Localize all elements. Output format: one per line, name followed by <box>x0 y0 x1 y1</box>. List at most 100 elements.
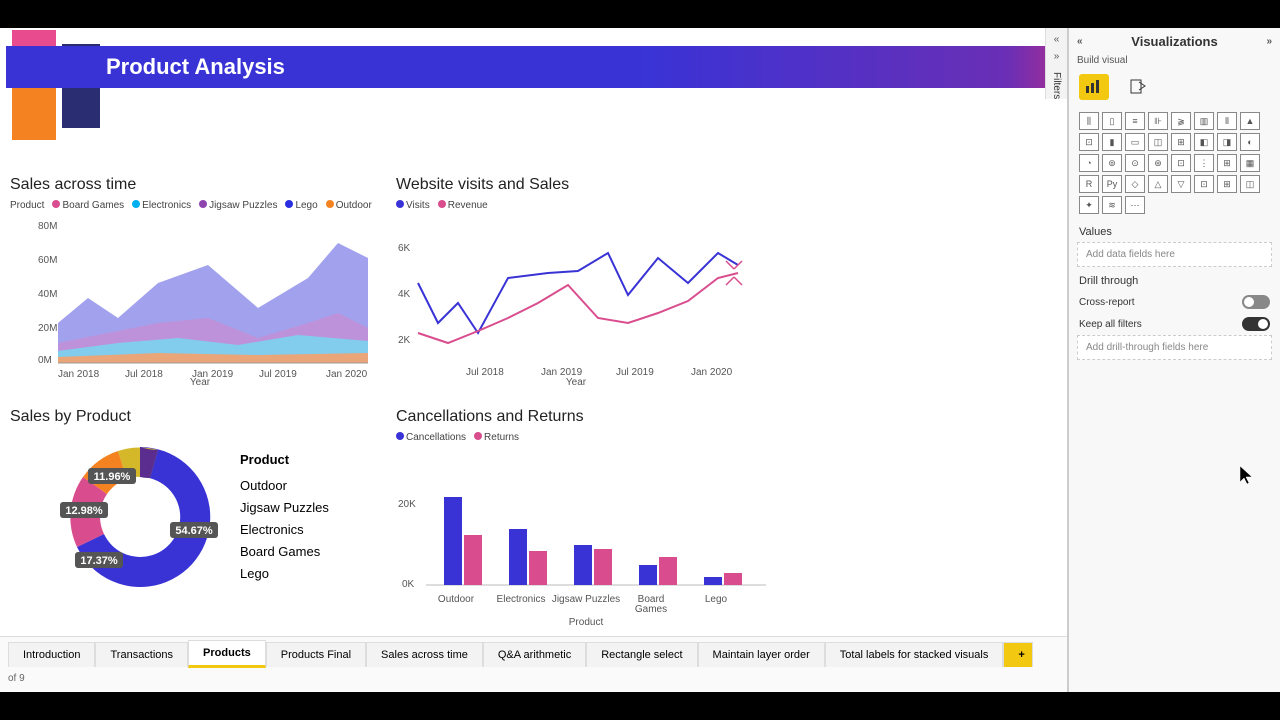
visual-type-icon[interactable]: R <box>1079 175 1099 193</box>
page-tab[interactable]: Sales across time <box>366 642 483 667</box>
visual-type-icon[interactable]: ⊛ <box>1148 154 1168 172</box>
report-canvas[interactable]: Product Analysis Sales across time Produ… <box>0 28 1068 692</box>
svg-text:2K: 2K <box>398 335 411 346</box>
page-tab[interactable]: Products <box>188 640 266 668</box>
svg-text:Outdoor: Outdoor <box>438 594 475 605</box>
visual-type-gallery: ⫼▯≡⊪⫺▥⫴▲⊡▮▭◫⊞◧◨◐◔⊚⊙⊛⊡⋮⊞▦RPy◇△▽⊡⊞◫✦≋⋯ <box>1069 108 1280 218</box>
visual-type-icon[interactable]: ⊡ <box>1079 133 1099 151</box>
panel-title: Visualizations <box>1131 34 1217 49</box>
drillthrough-field-well[interactable]: Add drill-through fields here <box>1077 335 1272 360</box>
visual-type-icon[interactable]: ▽ <box>1171 175 1191 193</box>
chart-legend: Product Board Games Electronics Jigsaw P… <box>10 200 380 211</box>
visual-type-icon[interactable]: ◧ <box>1194 133 1214 151</box>
visual-type-icon[interactable]: ⊞ <box>1217 154 1237 172</box>
svg-text:4K: 4K <box>398 289 411 300</box>
cross-report-toggle[interactable] <box>1242 295 1270 309</box>
svg-text:Electronics: Electronics <box>497 594 546 605</box>
keep-filters-label: Keep all filters <box>1079 319 1142 330</box>
visual-type-icon[interactable]: ⊞ <box>1171 133 1191 151</box>
collapse-filters-icon[interactable]: « <box>1054 34 1060 45</box>
sales-by-product-visual[interactable]: Sales by Product 54.67% 17.37% 12.98% 11… <box>10 408 380 602</box>
chart-legend: Cancellations Returns <box>396 432 776 443</box>
visual-type-icon[interactable]: ⊚ <box>1102 154 1122 172</box>
svg-text:0K: 0K <box>402 579 415 590</box>
keep-filters-toggle[interactable] <box>1242 317 1270 331</box>
svg-text:40M: 40M <box>38 289 57 300</box>
svg-text:Jan 2018: Jan 2018 <box>58 369 100 380</box>
svg-text:80M: 80M <box>38 221 57 232</box>
visualizations-panel: « Visualizations » Build visual ⫼▯≡⊪⫺▥⫴▲… <box>1068 28 1280 692</box>
svg-text:Jigsaw Puzzles: Jigsaw Puzzles <box>552 594 620 605</box>
page-tab[interactable]: Rectangle select <box>586 642 697 667</box>
visual-type-icon[interactable]: ▯ <box>1102 112 1122 130</box>
svg-text:20M: 20M <box>38 323 57 334</box>
page-tab[interactable]: Maintain layer order <box>698 642 825 667</box>
visual-type-icon[interactable]: ◫ <box>1240 175 1260 193</box>
website-visits-visual[interactable]: Website visits and Sales Visits Revenue … <box>396 176 766 390</box>
visual-type-icon[interactable]: ⫼ <box>1079 112 1099 130</box>
svg-text:Lego: Lego <box>705 594 728 605</box>
cancellations-visual[interactable]: Cancellations and Returns Cancellations … <box>396 408 776 632</box>
visual-type-icon[interactable]: ⊡ <box>1171 154 1191 172</box>
svg-text:BoardGames: BoardGames <box>635 594 667 615</box>
area-chart: 80M 60M 40M 20M 0M Jan 2018 Jul 2018 Jan… <box>10 215 370 385</box>
visual-type-icon[interactable]: ≡ <box>1125 112 1145 130</box>
filters-label[interactable]: Filters <box>1051 72 1062 99</box>
visual-type-icon[interactable]: ⊪ <box>1148 112 1168 130</box>
svg-text:11.96%: 11.96% <box>94 471 131 483</box>
legend-title: Product <box>240 449 329 471</box>
svg-text:60M: 60M <box>38 255 57 266</box>
visual-type-icon[interactable]: ▭ <box>1125 133 1145 151</box>
visual-type-icon[interactable]: ⋯ <box>1125 196 1145 214</box>
visual-type-icon[interactable]: ⫴ <box>1217 112 1237 130</box>
chart-legend: Visits Revenue <box>396 200 766 211</box>
add-page-button[interactable]: + <box>1003 642 1033 667</box>
expand-filters-icon[interactable]: » <box>1054 51 1060 62</box>
values-heading: Values <box>1069 218 1280 242</box>
values-field-well[interactable]: Add data fields here <box>1077 242 1272 267</box>
page-tabs: IntroductionTransactionsProductsProducts… <box>0 636 1067 692</box>
visual-type-icon[interactable]: ⊡ <box>1194 175 1214 193</box>
visual-type-icon[interactable]: ◐ <box>1240 133 1260 151</box>
line-chart: 6K 4K 2K Jul 2018 Jan 2019 Jul 2019 Jan … <box>396 215 756 385</box>
svg-text:Product: Product <box>569 617 604 627</box>
visual-type-icon[interactable]: ≋ <box>1102 196 1122 214</box>
expand-panel-icon[interactable]: » <box>1266 36 1272 47</box>
visual-type-icon[interactable]: △ <box>1148 175 1168 193</box>
chart-title: Website visits and Sales <box>396 176 766 194</box>
visual-type-icon[interactable]: ⋮ <box>1194 154 1214 172</box>
visual-type-icon[interactable]: ◔ <box>1079 154 1099 172</box>
build-visual-tab-icon[interactable] <box>1079 74 1109 100</box>
visual-type-icon[interactable]: ◨ <box>1217 133 1237 151</box>
visual-type-icon[interactable]: ▥ <box>1194 112 1214 130</box>
page-tab[interactable]: Total labels for stacked visuals <box>825 642 1004 667</box>
collapse-panel-icon[interactable]: « <box>1077 36 1083 47</box>
panel-subtitle: Build visual <box>1069 55 1280 70</box>
legend-label: Product <box>10 200 44 211</box>
visual-type-icon[interactable]: ◇ <box>1125 175 1145 193</box>
format-visual-tab-icon[interactable] <box>1123 74 1153 100</box>
chart-title: Sales by Product <box>10 408 380 426</box>
page-title-banner: Product Analysis <box>6 46 1061 88</box>
visual-type-icon[interactable]: ◫ <box>1148 133 1168 151</box>
svg-text:Jan 2020: Jan 2020 <box>326 369 368 380</box>
cross-report-label: Cross-report <box>1079 297 1135 308</box>
drillthrough-heading: Drill through <box>1069 267 1280 291</box>
page-tab[interactable]: Products Final <box>266 642 366 667</box>
visual-type-icon[interactable]: ▮ <box>1102 133 1122 151</box>
visual-type-icon[interactable]: ✦ <box>1079 196 1099 214</box>
visual-type-icon[interactable]: ⫺ <box>1171 112 1191 130</box>
page-tab[interactable]: Introduction <box>8 642 95 667</box>
visual-type-icon[interactable]: Py <box>1102 175 1122 193</box>
svg-text:Jul 2019: Jul 2019 <box>259 369 297 380</box>
visual-type-icon[interactable]: ⊞ <box>1217 175 1237 193</box>
sales-across-time-visual[interactable]: Sales across time Product Board Games El… <box>10 176 380 390</box>
svg-text:Jan 2020: Jan 2020 <box>691 367 733 378</box>
visual-type-icon[interactable]: ▲ <box>1240 112 1260 130</box>
visual-type-icon[interactable]: ⊙ <box>1125 154 1145 172</box>
page-tab[interactable]: Transactions <box>95 642 188 667</box>
visual-type-icon[interactable]: ▦ <box>1240 154 1260 172</box>
filters-rail[interactable]: « » Filters <box>1045 28 1067 99</box>
bar-chart: 20K 0K Outdoor Electronics Jigsaw Puzzle… <box>396 447 776 627</box>
page-tab[interactable]: Q&A arithmetic <box>483 642 586 667</box>
